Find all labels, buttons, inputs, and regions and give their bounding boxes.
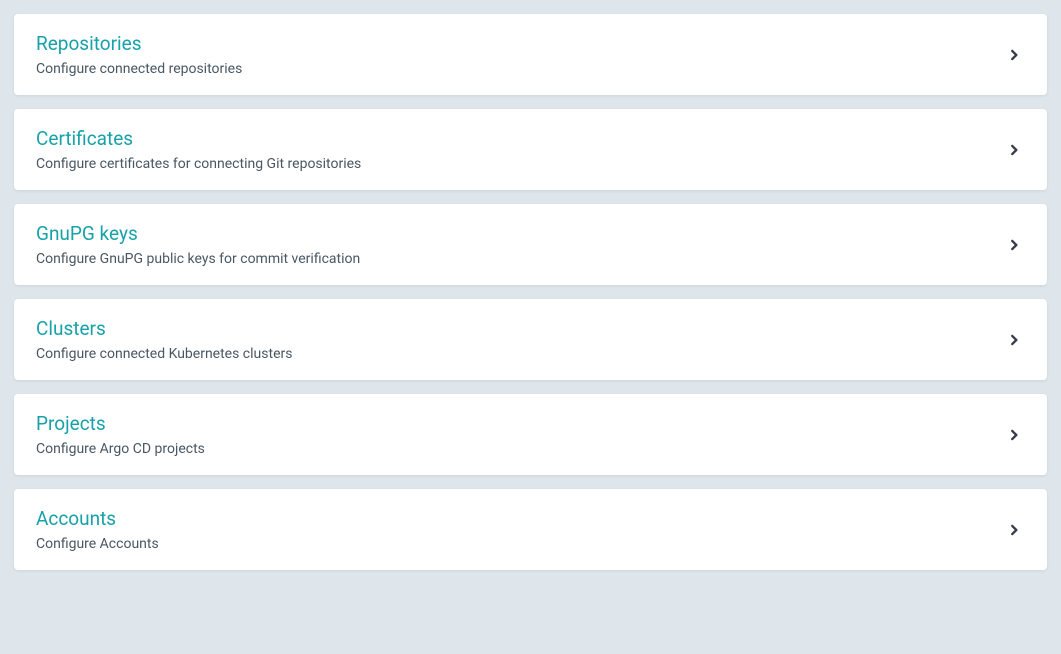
card-content: Certificates Configure certificates for … xyxy=(36,127,1007,172)
card-description: Configure Accounts xyxy=(36,536,1007,552)
chevron-right-icon xyxy=(1007,333,1021,347)
settings-card-clusters[interactable]: Clusters Configure connected Kubernetes … xyxy=(14,299,1047,380)
card-content: Repositories Configure connected reposit… xyxy=(36,32,1007,77)
card-description: Configure Argo CD projects xyxy=(36,441,1007,457)
chevron-right-icon xyxy=(1007,48,1021,62)
chevron-right-icon xyxy=(1007,238,1021,252)
chevron-right-icon xyxy=(1007,428,1021,442)
settings-card-gnupg-keys[interactable]: GnuPG keys Configure GnuPG public keys f… xyxy=(14,204,1047,285)
card-title: Certificates xyxy=(36,127,1007,150)
chevron-right-icon xyxy=(1007,523,1021,537)
card-title: Accounts xyxy=(36,507,1007,530)
settings-card-certificates[interactable]: Certificates Configure certificates for … xyxy=(14,109,1047,190)
card-content: Accounts Configure Accounts xyxy=(36,507,1007,552)
settings-list: Repositories Configure connected reposit… xyxy=(14,14,1047,570)
settings-card-projects[interactable]: Projects Configure Argo CD projects xyxy=(14,394,1047,475)
settings-card-repositories[interactable]: Repositories Configure connected reposit… xyxy=(14,14,1047,95)
card-description: Configure certificates for connecting Gi… xyxy=(36,156,1007,172)
chevron-right-icon xyxy=(1007,143,1021,157)
card-title: Repositories xyxy=(36,32,1007,55)
card-description: Configure connected Kubernetes clusters xyxy=(36,346,1007,362)
card-title: GnuPG keys xyxy=(36,222,1007,245)
card-description: Configure connected repositories xyxy=(36,61,1007,77)
settings-card-accounts[interactable]: Accounts Configure Accounts xyxy=(14,489,1047,570)
card-content: Projects Configure Argo CD projects xyxy=(36,412,1007,457)
card-description: Configure GnuPG public keys for commit v… xyxy=(36,251,1007,267)
card-title: Projects xyxy=(36,412,1007,435)
card-content: Clusters Configure connected Kubernetes … xyxy=(36,317,1007,362)
card-title: Clusters xyxy=(36,317,1007,340)
card-content: GnuPG keys Configure GnuPG public keys f… xyxy=(36,222,1007,267)
